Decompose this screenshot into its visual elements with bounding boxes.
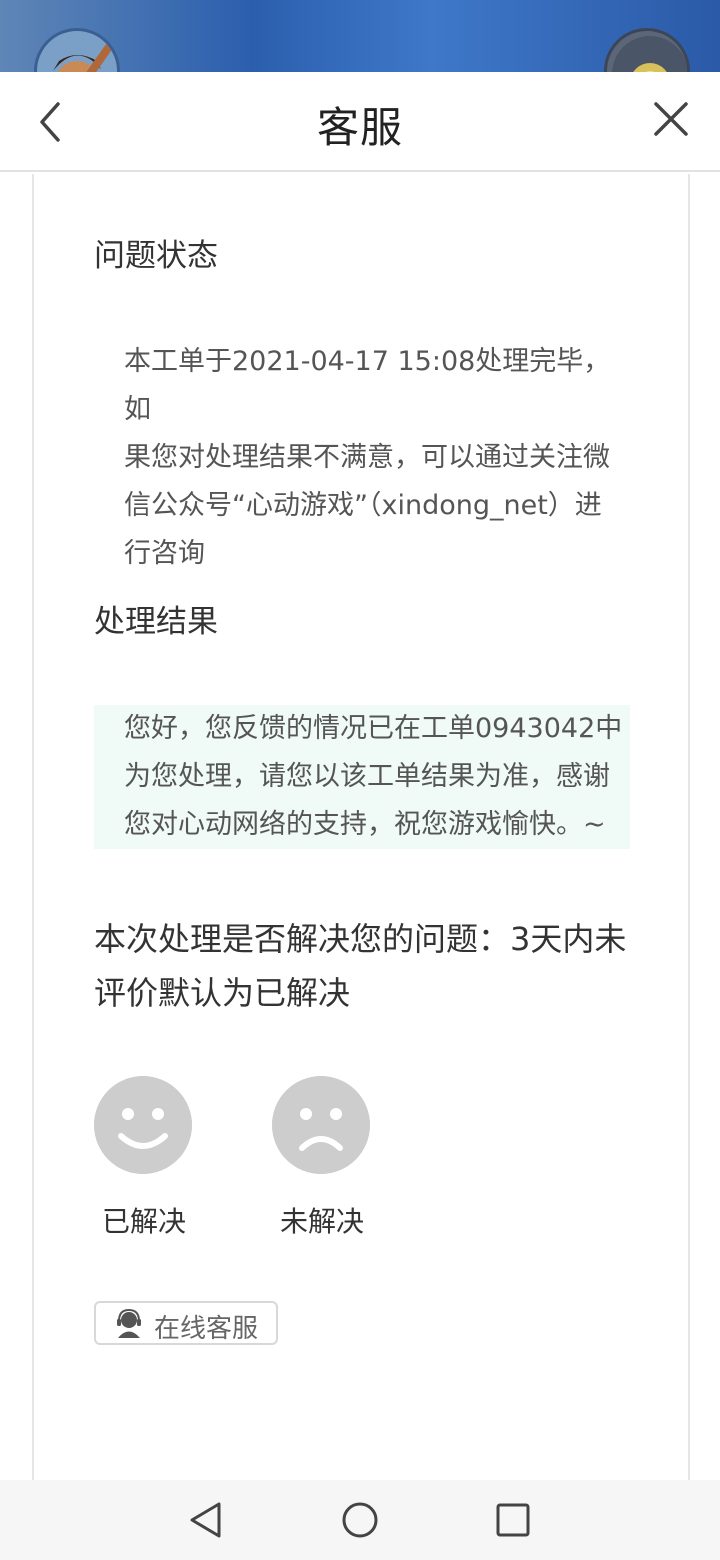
result-line: 为您处理，请您以该工单结果为准，感谢	[124, 761, 610, 792]
smile-face-icon	[94, 1076, 192, 1174]
question-line: 评价默认为已解决	[94, 974, 351, 1012]
feedback-question: 本次处理是否解决您的问题：3天内未 评价默认为已解决	[94, 912, 634, 1020]
unresolved-label: 未解决	[279, 1205, 364, 1238]
page-title: 客服	[316, 103, 403, 152]
nav-home-button[interactable]	[340, 1500, 380, 1540]
player-avatar-left	[34, 28, 120, 72]
status-line: 信公众号“心动游戏”（xindong_net）进	[124, 490, 602, 521]
nav-back-button[interactable]	[186, 1500, 226, 1540]
close-icon	[654, 102, 688, 136]
result-box: 您好，您反馈的情况已在工单0943042中 为您处理，请您以该工单结果为准，感谢…	[94, 705, 630, 849]
player-avatar-right	[604, 28, 690, 72]
result-line: 您好，您反馈的情况已在工单0943042中	[124, 713, 623, 744]
unresolved-button[interactable]: 未解决	[272, 1076, 372, 1238]
result-text: 您好，您反馈的情况已在工单0943042中 为您处理，请您以该工单结果为准，感谢…	[124, 705, 624, 849]
nav-recents-icon	[496, 1503, 530, 1537]
system-nav-bar	[0, 1480, 720, 1560]
header-bar: 客服	[0, 72, 720, 172]
resolved-button[interactable]: 已解决	[94, 1076, 194, 1238]
close-button[interactable]	[644, 96, 700, 148]
sad-face-icon	[272, 1076, 370, 1174]
nav-home-icon	[342, 1502, 378, 1538]
nav-back-icon	[190, 1502, 221, 1538]
status-line: 本工单于2021-04-17 15:08处理完毕，如	[124, 346, 611, 425]
status-line: 果您对处理结果不满意，可以通过关注微	[124, 442, 610, 473]
status-line: 行咨询	[124, 538, 205, 569]
result-line: 您对心动网络的支持，祝您游戏愉快。~	[124, 809, 606, 840]
result-section-title: 处理结果	[94, 604, 218, 640]
resolved-label: 已解决	[101, 1205, 186, 1238]
status-text: 本工单于2021-04-17 15:08处理完毕，如 果您对处理结果不满意，可以…	[124, 338, 632, 578]
online-service-button[interactable]: 在线客服	[94, 1301, 278, 1345]
customer-service-icon	[117, 1309, 141, 1338]
question-line: 本次处理是否解决您的问题：3天内未	[94, 920, 627, 958]
online-service-label: 在线客服	[154, 1314, 259, 1344]
game-background	[0, 0, 720, 72]
page: 客服 问题状态 本工单于2021-04-17 15:08处理完毕，如 果您对处理…	[0, 0, 720, 1560]
ticket-card: 问题状态 本工单于2021-04-17 15:08处理完毕，如 果您对处理结果不…	[32, 174, 690, 1480]
nav-recents-button[interactable]	[493, 1500, 533, 1540]
status-section-title: 问题状态	[94, 238, 218, 274]
